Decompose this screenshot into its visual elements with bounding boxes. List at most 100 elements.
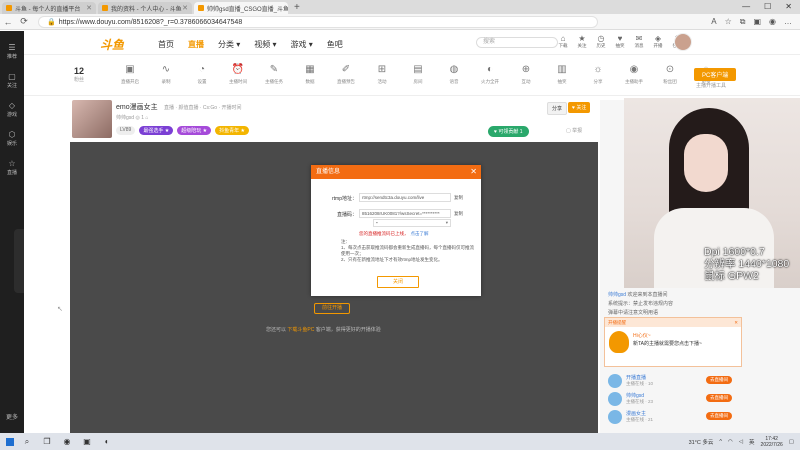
windows-start-icon[interactable] <box>6 437 14 446</box>
sidebar-item-entertainment[interactable]: ⬡ 娱乐 <box>0 130 24 147</box>
list-item-name[interactable]: 开播直播 <box>626 374 646 381</box>
avatar[interactable] <box>608 392 622 406</box>
language-indicator[interactable]: 英 <box>749 438 755 446</box>
nav-video[interactable]: 视频 ▾ <box>254 39 276 50</box>
nav-category[interactable]: 分类 ▾ <box>218 39 240 50</box>
task-view-icon[interactable]: ❐ <box>40 436 54 447</box>
sidebar-more[interactable]: 更多 <box>0 412 24 421</box>
toolbar-tool[interactable]: ▦ 数据 <box>292 64 328 85</box>
nav-yuba[interactable]: 鱼吧 <box>327 39 343 50</box>
header-lottery[interactable]: ♥ 抽奖 <box>613 34 627 49</box>
honor-badge[interactable]: 抖鱼青年 ★ <box>215 126 249 135</box>
search-input[interactable]: 搜索 <box>476 37 558 48</box>
app-icon[interactable]: ▣ <box>80 436 94 447</box>
weather-text[interactable]: 31°C 多云 <box>689 438 714 446</box>
toolbar-tool[interactable]: ◐ 火力全开 <box>472 64 508 85</box>
header-messages[interactable]: ✉ 消息 <box>632 34 646 49</box>
toolbar-tool[interactable]: ⊙ 粉丝团 <box>652 64 688 85</box>
share-button[interactable]: 分享 <box>547 102 568 115</box>
sidebar-collapse-handle[interactable] <box>14 229 24 293</box>
search-icon[interactable]: ⌕ <box>20 436 34 447</box>
url-field[interactable]: 🔒 https://www.douyu.com/8516208?_r=0.3786… <box>38 15 598 28</box>
list-item-name[interactable]: 漫画女主 <box>626 410 646 417</box>
read-aloud-icon[interactable]: A <box>711 17 716 27</box>
line-select[interactable]: ▪ ▾ <box>373 219 451 227</box>
nav-game[interactable]: 游戏 ▾ <box>291 39 313 50</box>
refresh-icon[interactable]: ⟳ <box>16 16 32 27</box>
close-icon[interactable]: ✕ <box>182 4 188 12</box>
nav-live[interactable]: 直播 <box>188 39 204 50</box>
toolbar-tool[interactable]: ⊕ 互动 <box>508 64 544 85</box>
contribution-button[interactable]: ♥ 可领贡献 1 <box>488 126 529 137</box>
profile-icon[interactable]: ◉ <box>769 17 776 27</box>
user-avatar[interactable] <box>674 33 692 51</box>
sidebar-item-follow[interactable]: ▢ 关注 <box>0 72 24 89</box>
report-link[interactable]: ▢ 举报 <box>566 127 582 134</box>
back-icon[interactable]: ← <box>0 17 16 27</box>
go-room-button[interactable]: 去直播间 <box>706 376 732 384</box>
toolbar-tool[interactable]: ▥ 抽奖 <box>544 64 580 85</box>
volume-icon[interactable]: ◁ <box>739 439 743 445</box>
toolbar-tool[interactable]: ☼ 分享 <box>580 64 616 85</box>
extensions-icon[interactable]: ⧉ <box>740 17 746 27</box>
go-room-button[interactable]: 去直播间 <box>706 412 732 420</box>
honor-badge[interactable]: 最强选手 ★ <box>139 126 174 135</box>
dialog-close-button[interactable]: 关闭 <box>377 276 419 288</box>
stream-key-field[interactable]: 8516208rUK0081?/wsSecret=********** <box>359 209 451 218</box>
room-avatar[interactable] <box>72 100 112 138</box>
toolbar-tool[interactable]: ◍ 语音 <box>436 64 472 85</box>
avatar[interactable] <box>608 374 622 388</box>
download-pc-link[interactable]: 下载斗鱼PC <box>287 327 314 333</box>
toolbar-tool[interactable]: ✎ 主播任务 <box>256 64 292 85</box>
close-icon[interactable]: ✕ <box>470 165 477 179</box>
learn-more-link[interactable]: 点击了解 <box>411 231 429 236</box>
maximize-button[interactable]: ☐ <box>764 0 771 14</box>
tray-chevron-icon[interactable]: ^ <box>719 439 722 445</box>
honor-badge[interactable]: 超级陪玩 ★ <box>177 126 212 135</box>
pc-client-button[interactable]: PC客户端 <box>694 68 737 81</box>
fans-counter[interactable]: 12 粉丝 <box>74 66 84 83</box>
header-start-live[interactable]: ◈ 开播 <box>651 34 665 49</box>
toolbar-tool[interactable]: ▣ 直播开启 <box>112 64 148 85</box>
toolbar-tool[interactable]: ▤ 房间 <box>400 64 436 85</box>
collections-icon[interactable]: ▣ <box>753 17 761 27</box>
toolbar-tool[interactable]: ◔ 设置 <box>184 64 220 85</box>
chat-user[interactable]: 帅帅gsd <box>608 292 626 298</box>
sidebar-item-recommend[interactable]: ☰ 推荐 <box>0 43 24 60</box>
sidebar-item-live[interactable]: ☆ 直播 <box>0 159 24 176</box>
notification-icon[interactable]: ▢ <box>789 439 794 445</box>
toolbar-tool[interactable]: ✐ 直播预告 <box>328 64 364 85</box>
avatar[interactable] <box>608 410 622 424</box>
copy-stream-key-button[interactable]: 复制 <box>454 211 463 217</box>
toolbar-tool[interactable]: ◉ 主播助手 <box>616 64 652 85</box>
go-room-button[interactable]: 去直播间 <box>706 394 732 402</box>
header-history[interactable]: ◷ 历史 <box>594 34 608 49</box>
rtmp-field[interactable]: rtmp://sendtc3a.douyu.com/live <box>359 193 451 202</box>
favorite-star-icon[interactable]: ☆ <box>725 17 732 27</box>
close-icon[interactable]: ✕ <box>734 318 738 327</box>
sidebar-item-games[interactable]: ◇ 游戏 <box>0 101 24 118</box>
network-icon[interactable]: ◠ <box>728 439 733 445</box>
nav-home[interactable]: 首页 <box>158 39 174 50</box>
close-window-button[interactable]: ✕ <box>785 0 792 14</box>
new-tab-button[interactable]: + <box>294 2 300 14</box>
list-item-name[interactable]: 帅帅gsd <box>626 392 644 399</box>
header-follow[interactable]: ★ 关注 <box>575 34 589 49</box>
copy-rtmp-button[interactable]: 复制 <box>454 195 463 201</box>
minimize-button[interactable]: — <box>742 0 750 14</box>
toolbar-tool[interactable]: ⏰ 主播时间 <box>220 64 256 85</box>
toolbar-tool[interactable]: ⊞ 活动 <box>364 64 400 85</box>
browser-tab-3[interactable]: 帅帅gsd直播_CSGO直播_斗鱼直✕ <box>194 2 288 14</box>
browser-tab-2[interactable]: 我的资料 - 个人中心 - 斗鱼 ✕ <box>98 2 192 14</box>
douyu-logo[interactable]: 斗鱼 <box>100 36 124 53</box>
browser-tab-1[interactable]: 斗鱼 - 每个人的直播平台 ✕ <box>2 2 96 14</box>
obs-icon[interactable]: ◉ <box>60 436 74 447</box>
edge-icon[interactable]: ◐ <box>100 436 114 447</box>
header-download[interactable]: ⌂ 下载 <box>556 34 570 49</box>
toolbar-tool[interactable]: ∿ 录制 <box>148 64 184 85</box>
follow-button[interactable]: ♥ 关注 <box>568 102 591 113</box>
clock[interactable]: 17:42 2022/7/26 <box>761 436 783 448</box>
start-live-button[interactable]: 前往开播 <box>314 303 350 314</box>
more-menu-icon[interactable]: … <box>784 17 792 27</box>
close-icon[interactable]: ✕ <box>86 4 92 12</box>
